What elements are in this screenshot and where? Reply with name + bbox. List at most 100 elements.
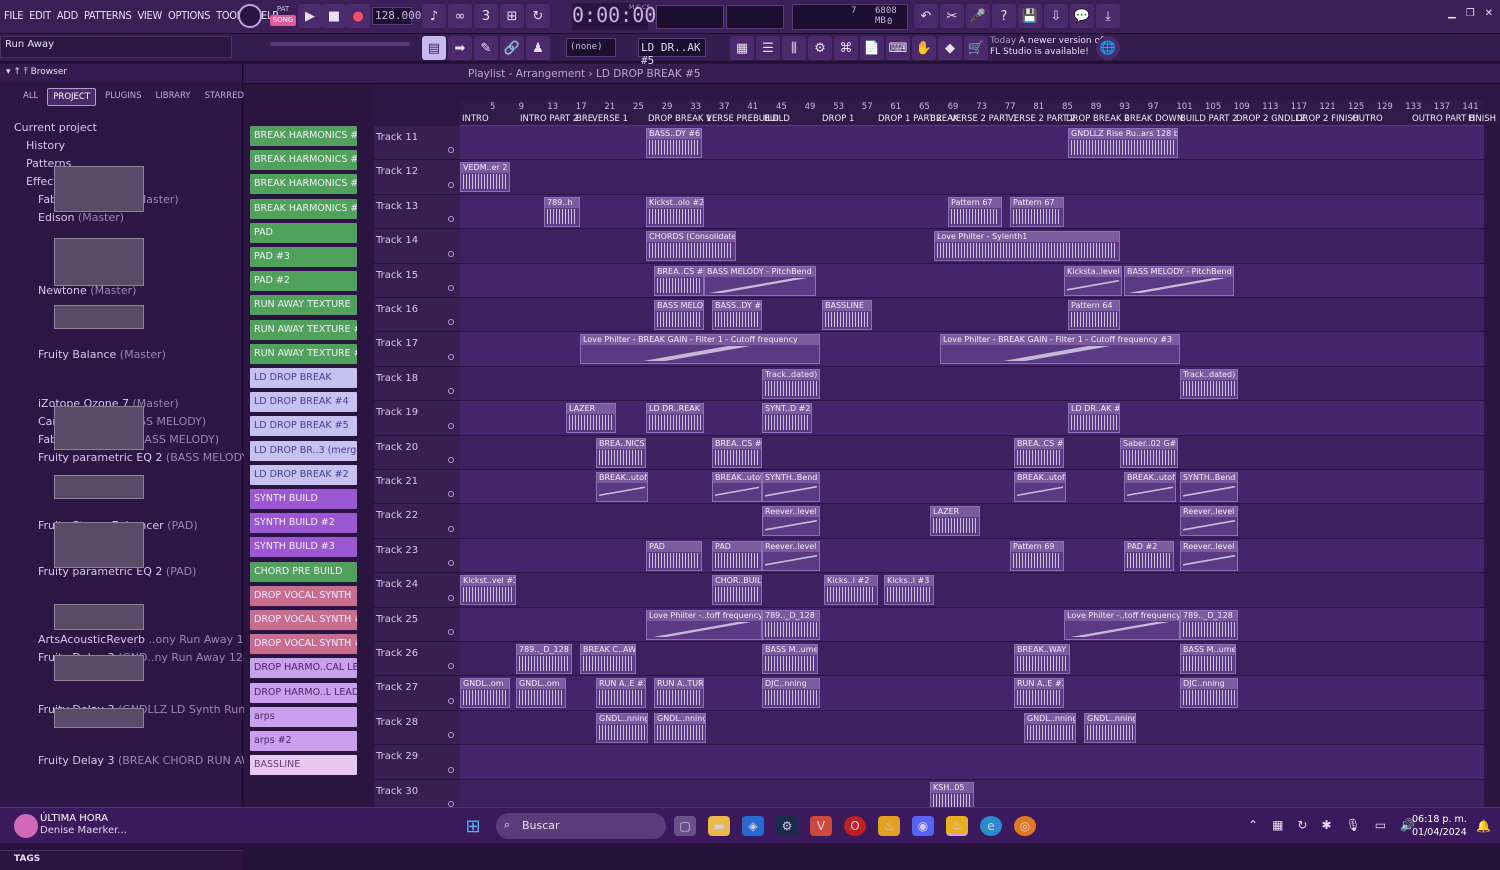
arrangement-clip[interactable]: GNDLLZ Rise Ru..ars 128 bpm bbox=[1068, 128, 1178, 158]
menu-edit[interactable]: EDIT bbox=[29, 9, 51, 22]
track-mute-led[interactable] bbox=[448, 663, 454, 670]
shop-button[interactable]: 🛒 bbox=[964, 36, 988, 60]
tempo-display[interactable]: 128.000 bbox=[372, 7, 421, 25]
track-lane[interactable] bbox=[460, 745, 1484, 780]
track-mute-led[interactable] bbox=[448, 216, 454, 223]
pattern-item[interactable]: SYNTH BUILD bbox=[250, 489, 357, 509]
timeline-marker[interactable]: DROP 1 bbox=[822, 114, 854, 124]
timeline-marker[interactable]: FINISH bbox=[1468, 114, 1496, 124]
timeline-marker[interactable]: BUILD bbox=[764, 114, 790, 124]
save-button[interactable]: 💾 bbox=[1018, 4, 1042, 28]
track-mute-led[interactable] bbox=[448, 181, 454, 188]
pattern-item[interactable]: DROP HARMO..L LEADS #2 bbox=[250, 682, 357, 703]
track-lane[interactable] bbox=[460, 367, 1484, 402]
arrangement-clip[interactable]: CHORDS (Consolidate) bbox=[646, 231, 736, 262]
arrangement-clip[interactable]: BREA..CS #7 bbox=[1014, 437, 1064, 468]
arrangement-clip[interactable]: GNDL..om bbox=[460, 678, 510, 709]
arrangement-clip[interactable]: GNDL..nning bbox=[1084, 712, 1136, 743]
arrangement-clip[interactable]: Love Philter - BREAK GAIN - Filter 1 - C… bbox=[940, 334, 1180, 365]
arrangement-clip[interactable]: Saber..02 G# bbox=[1120, 437, 1178, 468]
arrow-tool-button[interactable]: ➡ bbox=[448, 36, 472, 60]
tab-library[interactable]: LIBRARY bbox=[151, 88, 196, 106]
tray-app-icon[interactable]: ▦ bbox=[1272, 818, 1283, 832]
tray-mic-icon[interactable]: 🎙 bbox=[1346, 818, 1361, 832]
track-mute-led[interactable] bbox=[448, 628, 454, 635]
arrangement-clip[interactable]: SYNTH..Bend bbox=[762, 472, 820, 502]
stamp-tool-button[interactable]: ♟ bbox=[526, 36, 550, 60]
arrangement-clip[interactable]: Love Philter - BREAK GAIN - Filter 1 - C… bbox=[580, 334, 820, 365]
track-mute-led[interactable] bbox=[448, 284, 454, 291]
arrangement-clip[interactable]: SYNT..D #2 bbox=[762, 403, 812, 434]
pattern-item[interactable]: LD DROP BREAK #4 bbox=[250, 392, 357, 413]
arrangement-clip[interactable]: Track..dated) bbox=[762, 368, 820, 399]
news-panel[interactable]: Today A newer version of FL Studio is av… bbox=[990, 36, 1103, 58]
arrangement-clip[interactable]: 789.._D_128 bbox=[516, 644, 572, 674]
timeline-marker[interactable]: BRE bbox=[576, 114, 593, 124]
timeline-marker[interactable]: BUILD PART 2 bbox=[1180, 114, 1238, 124]
step-edit-button[interactable]: ⊞ bbox=[500, 4, 524, 28]
record-button[interactable]: ● bbox=[346, 4, 370, 28]
project-info-button[interactable]: 📄 bbox=[860, 36, 884, 60]
arrangement-clip[interactable]: BASS..DY #6 bbox=[646, 128, 702, 158]
arrangement-clip[interactable]: Reever..level bbox=[762, 506, 820, 537]
pattern-item[interactable]: DROP HARMO..CAL LEADS bbox=[250, 658, 357, 679]
timeline-marker[interactable]: DROP 2 FINISH bbox=[1296, 114, 1359, 124]
arrangement-clip[interactable]: Kicks..l #3 bbox=[884, 575, 934, 606]
windows-start-icon[interactable]: ⊞ bbox=[462, 816, 484, 837]
arrangement-clip[interactable]: Reever..level bbox=[762, 540, 820, 571]
timeline-marker[interactable]: DROP BREAK 1 bbox=[648, 114, 712, 124]
arrangement-clip[interactable]: GNDL..nning bbox=[596, 712, 648, 743]
arrangement-clip[interactable]: PAD #2 bbox=[1124, 540, 1174, 571]
arrangement-clip[interactable]: VEDM..er 2 bbox=[460, 162, 510, 193]
track-lane[interactable] bbox=[460, 538, 1484, 574]
minimize-icon[interactable]: ▁ bbox=[1448, 8, 1456, 19]
chevron-up-icon[interactable]: ⌃ bbox=[1248, 818, 1258, 832]
arrangement-clip[interactable]: Love Philter - Sylenth1 bbox=[934, 231, 1120, 262]
pattern-item[interactable]: PAD #3 bbox=[250, 247, 357, 267]
cut-tool-button[interactable]: ✂ bbox=[940, 4, 964, 28]
pattern-item[interactable]: LD DROP BREAK bbox=[250, 368, 357, 388]
arrangement-clip[interactable]: RUN A..E #2 bbox=[1014, 678, 1064, 709]
track-lane[interactable] bbox=[460, 263, 1484, 298]
track-lane[interactable] bbox=[460, 160, 1484, 195]
track-header[interactable]: Track 11 bbox=[374, 126, 462, 161]
master-pitch-slider[interactable] bbox=[270, 42, 410, 46]
pattern-item[interactable]: DROP VOCAL SYNTH #3 bbox=[250, 634, 357, 655]
track-header[interactable]: Track 14 bbox=[374, 229, 462, 264]
pattern-item[interactable]: BREAK HARMONICS #3 bbox=[250, 126, 357, 146]
track-lane[interactable] bbox=[460, 126, 1484, 161]
touch-keyboard-button[interactable]: ⌨ bbox=[886, 36, 910, 60]
store-icon[interactable]: ◈ bbox=[742, 816, 764, 836]
track-mute-led[interactable] bbox=[448, 319, 454, 326]
arrangement-clip[interactable]: DJC..nning bbox=[762, 678, 820, 709]
news-widget[interactable]: ÚLTIMA HORA Denise Maerker... bbox=[40, 813, 127, 837]
brush-tool-button[interactable]: ✎ bbox=[474, 36, 498, 60]
arrangement-clip[interactable]: 789.._D_128 bbox=[1180, 609, 1238, 640]
pattern-item[interactable]: LD DROP BREAK #5 bbox=[250, 416, 357, 437]
arrangement-clip[interactable]: Reever..level bbox=[1180, 540, 1238, 571]
arrangement-clip[interactable]: Love Philter -..toff frequency bbox=[1064, 609, 1180, 640]
track-header[interactable]: Track 23 bbox=[374, 539, 462, 574]
menu-add[interactable]: ADD bbox=[57, 9, 78, 22]
arrangement-clip[interactable]: RUN A..TURE bbox=[654, 678, 704, 709]
track-header[interactable]: Track 20 bbox=[374, 436, 462, 470]
file-explorer-icon[interactable]: ▬ bbox=[708, 816, 730, 836]
track-lane[interactable] bbox=[460, 573, 1484, 608]
online-button[interactable]: 🌐 bbox=[1096, 36, 1120, 60]
menu-patterns[interactable]: PATTERNS bbox=[84, 9, 132, 22]
browser-tree-item[interactable]: Fruity parametric EQ 2 (BASS MELODY) bbox=[38, 451, 252, 464]
track-header[interactable]: Track 24 bbox=[374, 573, 462, 608]
arrangement-clip[interactable]: PAD bbox=[712, 540, 762, 571]
vertical-scrollbar[interactable] bbox=[1484, 126, 1500, 807]
arrangement-clip[interactable]: SYNTH..Bend bbox=[1180, 472, 1238, 502]
play-button[interactable]: ▶ bbox=[298, 4, 322, 28]
track-header[interactable]: Track 16 bbox=[374, 298, 462, 333]
clock[interactable]: 06:18 p. m. 01/04/2024 bbox=[1412, 813, 1467, 839]
track-header[interactable]: Track 29 bbox=[374, 745, 462, 780]
steam-icon[interactable]: ⚙ bbox=[776, 816, 798, 836]
track-header[interactable]: Track 18 bbox=[374, 367, 462, 402]
track-lane[interactable] bbox=[460, 607, 1484, 642]
track-header[interactable]: Track 26 bbox=[374, 642, 462, 677]
metronome-button[interactable]: ♪ bbox=[422, 4, 446, 28]
tab-all[interactable]: ALL bbox=[18, 88, 43, 106]
